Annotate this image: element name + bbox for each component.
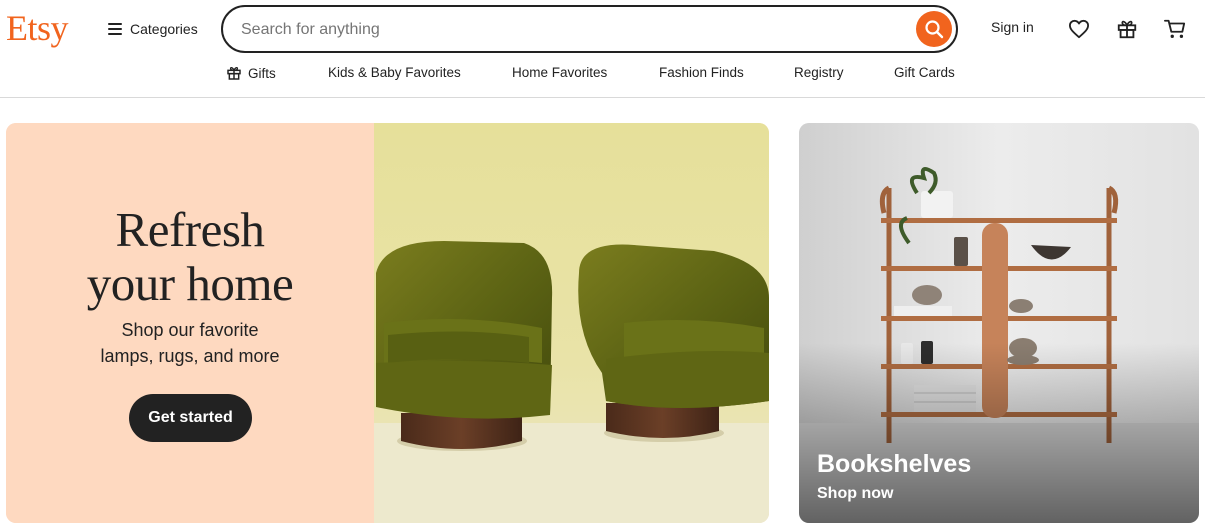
nav-item-fashion[interactable]: Fashion Finds: [659, 65, 744, 80]
gift-icon: [227, 66, 241, 80]
search-bar: [221, 5, 958, 53]
nav-label: Gifts: [248, 65, 276, 81]
categories-button[interactable]: Categories: [108, 18, 198, 40]
get-started-button[interactable]: Get started: [129, 394, 252, 442]
site-header: Etsy Categories Sign in: [0, 0, 1205, 98]
bookshelves-card[interactable]: Bookshelves Shop now: [799, 123, 1199, 523]
etsy-logo[interactable]: Etsy: [6, 8, 69, 48]
hero-title: Refresh your home: [6, 203, 374, 311]
nav-item-registry[interactable]: Registry: [794, 65, 844, 80]
hero-subtitle: Shop our favorite lamps, rugs, and more: [6, 317, 374, 369]
cart-button[interactable]: [1161, 15, 1189, 43]
nav-item-kids-baby[interactable]: Kids & Baby Favorites: [328, 65, 461, 80]
hero-title-line: Refresh: [115, 202, 265, 257]
hero-title-line: your home: [86, 256, 294, 311]
category-nav: Gifts Kids & Baby Favorites Home Favorit…: [0, 62, 1205, 88]
hero-banner: Refresh your home Shop our favorite lamp…: [6, 123, 769, 523]
gift-icon: [1117, 20, 1137, 39]
hero-text-panel: Refresh your home Shop our favorite lamp…: [6, 123, 374, 523]
heart-icon: [1068, 19, 1089, 39]
search-button[interactable]: [916, 11, 952, 47]
card-title: Bookshelves: [817, 450, 972, 478]
armchairs-image[interactable]: [374, 123, 769, 523]
categories-label: Categories: [130, 21, 198, 37]
menu-icon: [108, 23, 122, 35]
nav-item-gift-cards[interactable]: Gift Cards: [894, 65, 955, 80]
hero-subtitle-line: Shop our favorite: [121, 320, 259, 340]
nav-item-gifts[interactable]: Gifts: [226, 65, 276, 81]
shop-now-link[interactable]: Shop now: [817, 485, 893, 503]
hero-subtitle-line: lamps, rugs, and more: [100, 346, 280, 366]
gift-mode-button[interactable]: [1113, 15, 1141, 43]
nav-item-home[interactable]: Home Favorites: [512, 65, 607, 80]
search-input[interactable]: [241, 17, 901, 43]
favorites-button[interactable]: [1065, 15, 1093, 43]
search-icon: [925, 20, 944, 39]
sign-in-link[interactable]: Sign in: [991, 19, 1034, 35]
cart-icon: [1163, 19, 1186, 38]
